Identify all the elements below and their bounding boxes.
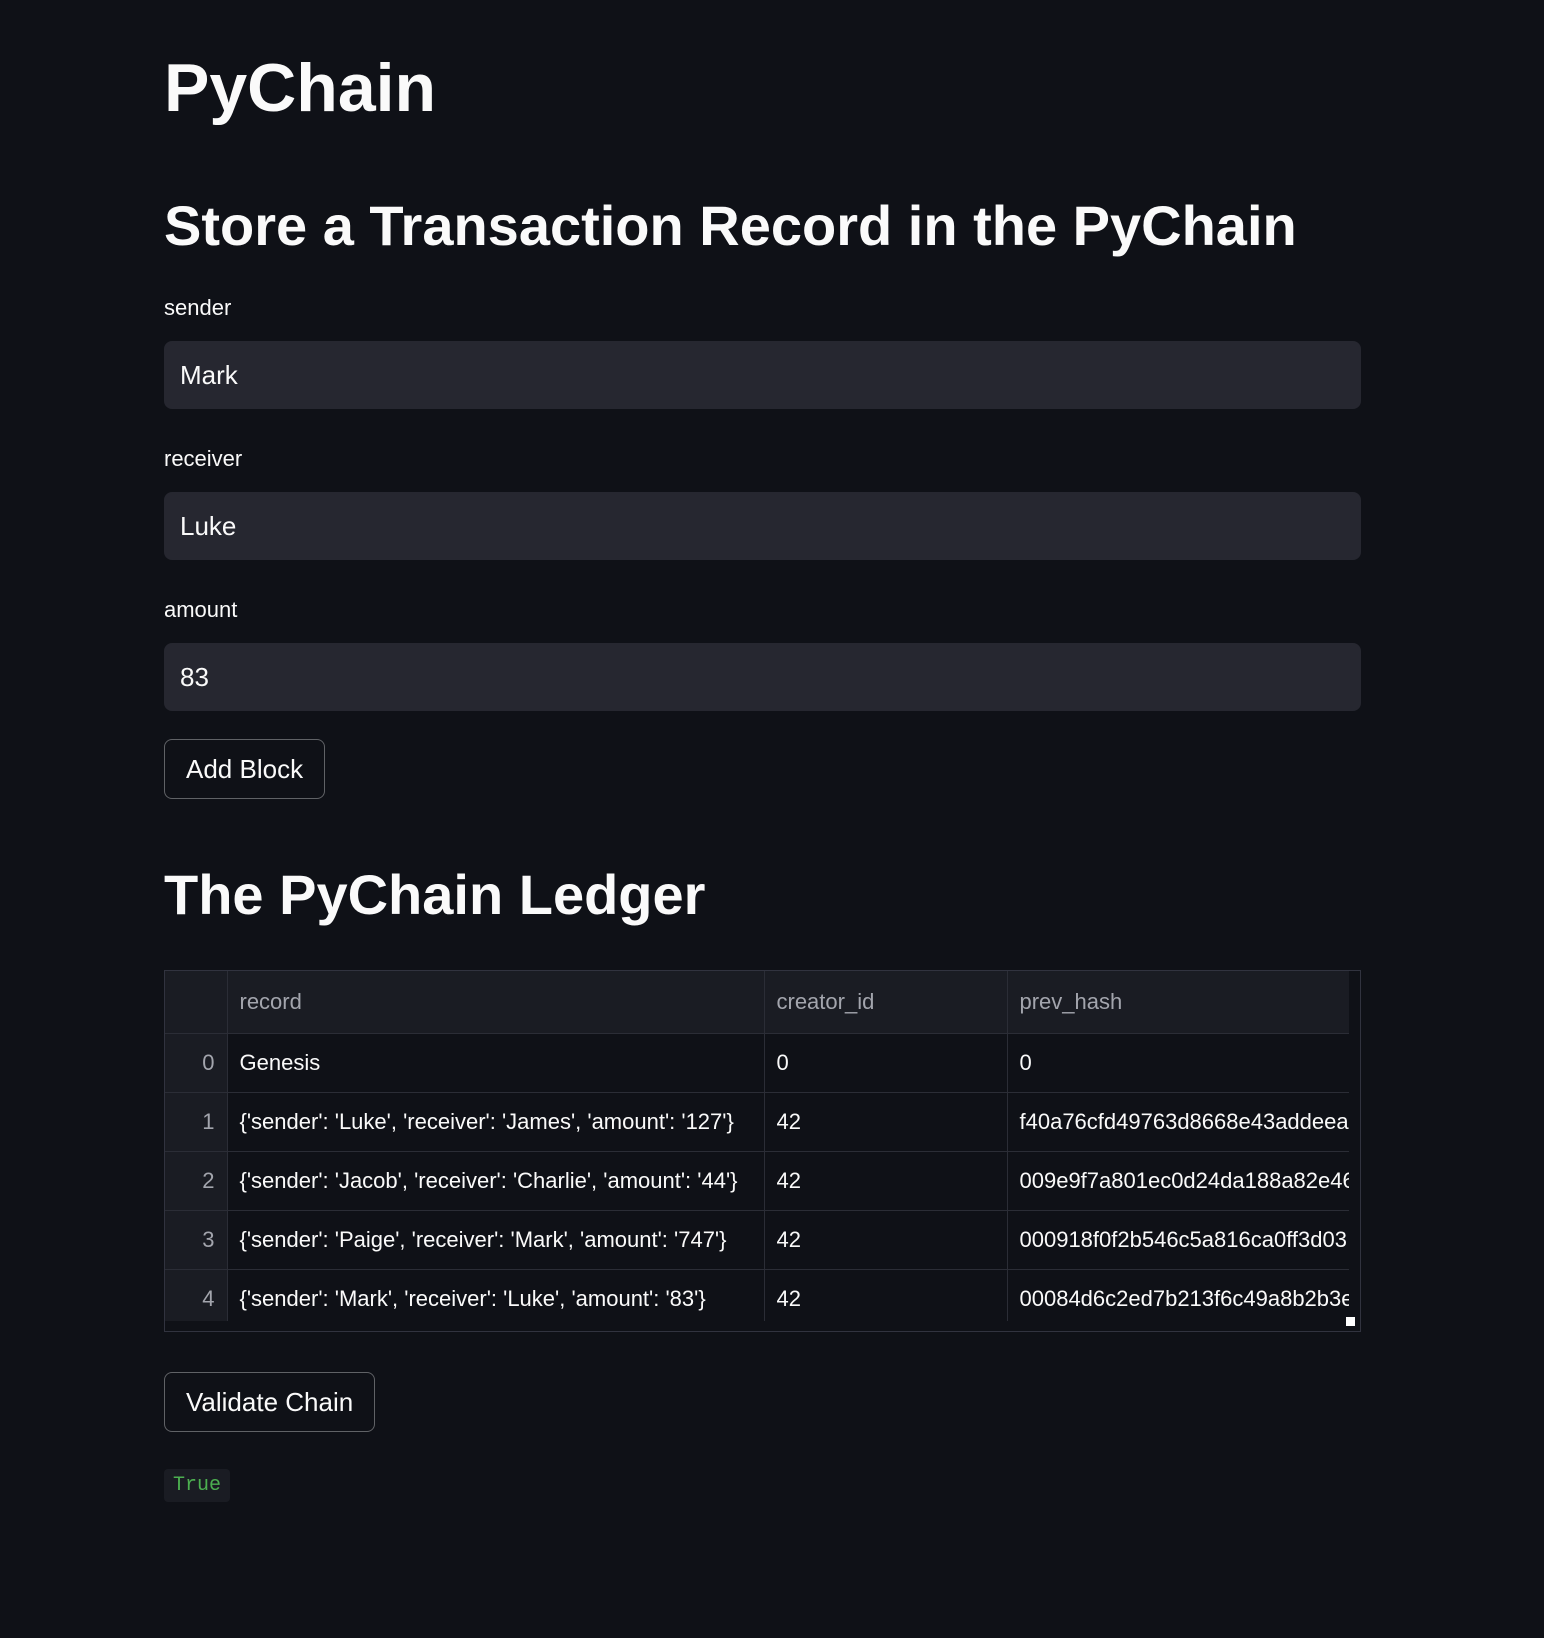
amount-label: amount	[164, 597, 238, 622]
validation-result: True	[164, 1469, 231, 1502]
column-header-prev-hash[interactable]: prev_hash	[1007, 971, 1349, 1034]
validate-chain-button[interactable]: Validate Chain	[164, 1372, 376, 1432]
row-index: 4	[165, 1269, 228, 1321]
record-cell[interactable]: {'sender': 'Mark', 'receiver': 'Luke', '…	[227, 1269, 765, 1321]
prev-hash-cell[interactable]: 000918f0f2b546c5a816ca0ff3d03	[1007, 1210, 1349, 1270]
row-index: 0	[165, 1033, 228, 1093]
table-row: 3 {'sender': 'Paige', 'receiver': 'Mark'…	[165, 1210, 1349, 1270]
row-index: 2	[165, 1151, 228, 1211]
prev-hash-cell[interactable]: f40a76cfd49763d8668e43addeea	[1007, 1092, 1349, 1152]
receiver-label: receiver	[164, 446, 243, 471]
amount-input[interactable]	[164, 643, 1361, 711]
prev-hash-cell[interactable]: 009e9f7a801ec0d24da188a82e46	[1007, 1151, 1349, 1211]
prev-hash-cell[interactable]: 0	[1007, 1033, 1349, 1093]
creator-id-cell[interactable]: 42	[764, 1092, 1008, 1152]
row-index: 1	[165, 1092, 228, 1152]
page-title: PyChain	[164, 50, 437, 126]
row-index: 3	[165, 1210, 228, 1270]
column-header-record[interactable]: record	[227, 971, 765, 1034]
creator-id-cell[interactable]: 0	[764, 1033, 1008, 1093]
add-block-button[interactable]: Add Block	[164, 739, 326, 799]
table-row: 2 {'sender': 'Jacob', 'receiver': 'Charl…	[165, 1151, 1349, 1211]
record-cell[interactable]: {'sender': 'Luke', 'receiver': 'James', …	[227, 1092, 765, 1152]
column-header-creator-id[interactable]: creator_id	[764, 971, 1008, 1034]
prev-hash-cell[interactable]: 00084d6c2ed7b213f6c49a8b2b3e	[1007, 1269, 1349, 1321]
record-cell[interactable]: {'sender': 'Jacob', 'receiver': 'Charlie…	[227, 1151, 765, 1211]
creator-id-cell[interactable]: 42	[764, 1269, 1008, 1321]
table-row: 1 {'sender': 'Luke', 'receiver': 'James'…	[165, 1092, 1349, 1152]
ledger-table[interactable]: record creator_id prev_hash 0 Genesis 0 …	[164, 970, 1361, 1332]
sender-label: sender	[164, 295, 232, 320]
table-row: 4 {'sender': 'Mark', 'receiver': 'Luke',…	[165, 1269, 1349, 1321]
column-header-index	[165, 971, 228, 1034]
sender-input[interactable]	[164, 341, 1361, 409]
table-resize-handle[interactable]	[1346, 1317, 1355, 1326]
record-cell[interactable]: {'sender': 'Paige', 'receiver': 'Mark', …	[227, 1210, 765, 1270]
creator-id-cell[interactable]: 42	[764, 1151, 1008, 1211]
ledger-grid: record creator_id prev_hash 0 Genesis 0 …	[165, 971, 1349, 1321]
table-scrollbar[interactable]	[1349, 971, 1360, 1331]
receiver-input[interactable]	[164, 492, 1361, 560]
form-heading: Store a Transaction Record in the PyChai…	[164, 194, 1297, 257]
table-header-row: record creator_id prev_hash	[165, 971, 1349, 1034]
creator-id-cell[interactable]: 42	[764, 1210, 1008, 1270]
ledger-heading: The PyChain Ledger	[164, 863, 706, 926]
record-cell[interactable]: Genesis	[227, 1033, 765, 1093]
table-row: 0 Genesis 0 0	[165, 1033, 1349, 1093]
